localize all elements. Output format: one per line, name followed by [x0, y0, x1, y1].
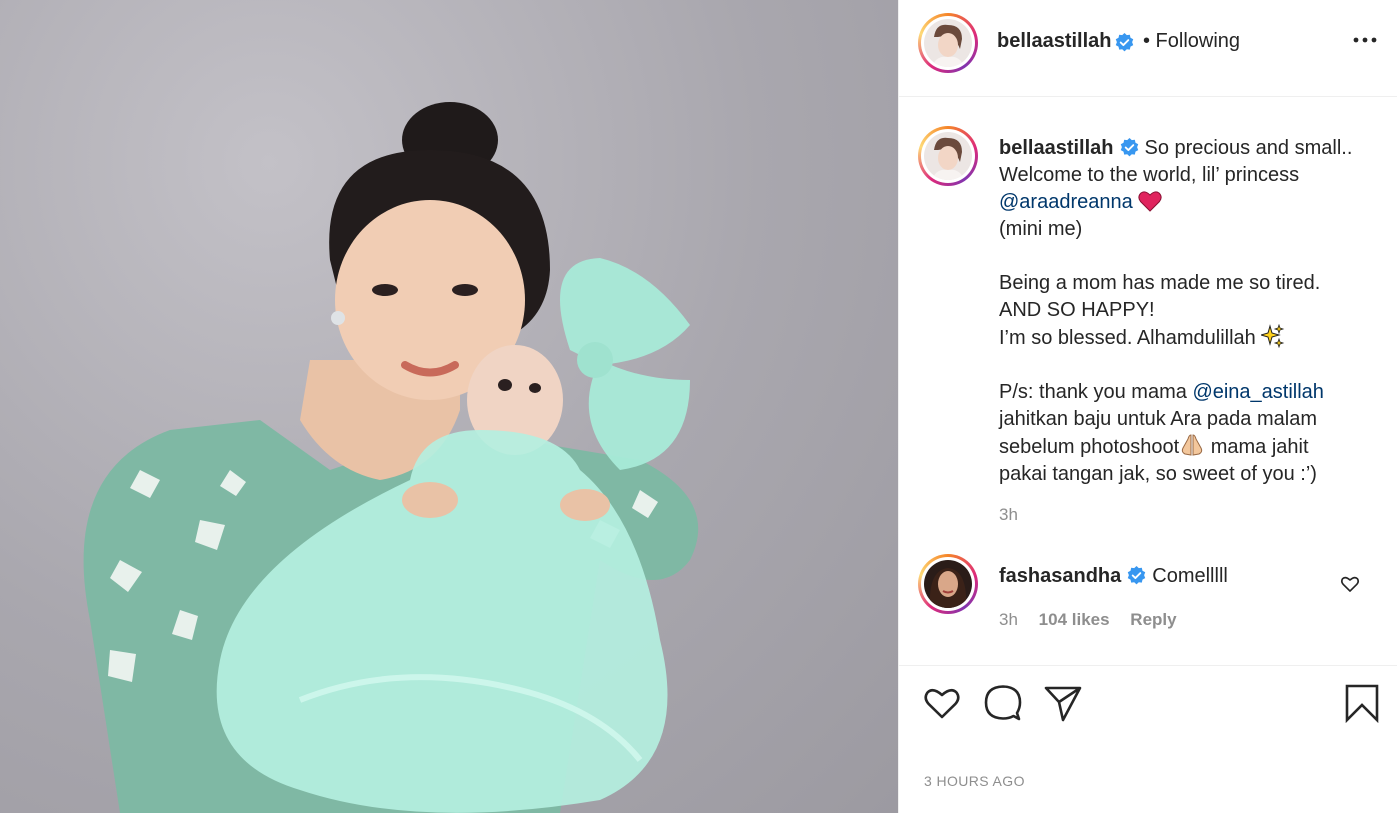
bookmark-icon[interactable] — [1342, 683, 1382, 723]
more-options-icon[interactable] — [1352, 34, 1378, 46]
red-heart-emoji-icon — [1138, 191, 1162, 212]
verified-badge-icon — [1115, 33, 1134, 52]
post-header: bellaastillah • Following — [899, 0, 1397, 97]
commenter-avatar-image — [924, 560, 972, 608]
caption-time[interactable]: 3h — [999, 505, 1018, 525]
commenter-avatar[interactable] — [918, 554, 978, 614]
caption-line: P/s: thank you mama — [999, 381, 1187, 403]
caption-line: Welcome to the world, lil’ princess — [999, 164, 1300, 186]
comment-text: fashasandha Comelllll — [999, 565, 1228, 588]
comment-like-heart-icon[interactable] — [1340, 574, 1360, 594]
caption-line: Being a mom has made me so tired. — [999, 272, 1321, 294]
caption-line: jahitkan baju untuk Ara pada malam — [999, 408, 1317, 430]
share-icon[interactable] — [1043, 683, 1083, 723]
author-avatar-image — [924, 19, 972, 67]
post-photo[interactable] — [0, 0, 898, 813]
comments-section: bellaastillah So precious and small.. Wel… — [899, 98, 1397, 664]
mention-link[interactable]: @eina_astillah — [1192, 381, 1324, 403]
caption-line: sebelum photoshoot — [999, 436, 1180, 458]
caption-username[interactable]: bellaastillah — [999, 137, 1114, 159]
verified-badge-icon — [1120, 138, 1138, 157]
commenter-username[interactable]: fashasandha — [999, 565, 1121, 587]
following-button[interactable]: • Following — [1143, 30, 1240, 53]
comment-meta: 3h 104 likes Reply — [999, 610, 1193, 630]
praying-hands-emoji-icon — [1181, 434, 1203, 456]
caption-author-avatar[interactable] — [918, 126, 978, 186]
comment-icon[interactable] — [983, 683, 1023, 723]
caption-line: (mini me) — [999, 218, 1083, 240]
caption-text: bellaastillah So precious and small.. Wel… — [999, 135, 1384, 488]
comment-time[interactable]: 3h — [999, 610, 1018, 629]
comment-likes[interactable]: 104 likes — [1039, 610, 1110, 629]
author-username[interactable]: bellaastillah — [997, 30, 1112, 53]
caption-line: mama jahit — [1205, 436, 1309, 458]
mention-link[interactable]: @araadreanna — [999, 191, 1133, 213]
post-timestamp[interactable]: 3 HOURS AGO — [924, 773, 1025, 789]
post-actions-bar: 3 HOURS AGO — [899, 665, 1397, 813]
post-side-panel: bellaastillah • Following bellaastillah … — [898, 0, 1397, 813]
caption-line: So precious and small.. — [1144, 137, 1353, 159]
author-avatar[interactable] — [918, 13, 978, 73]
comment-body: Comelllll — [1152, 565, 1228, 587]
sparkles-emoji-icon — [1259, 323, 1285, 349]
post-photo-illustration — [83, 102, 699, 813]
verified-badge-icon — [1128, 566, 1146, 585]
caption-line: pakai tangan jak, so sweet of you :’) — [999, 463, 1317, 485]
caption-avatar-image — [924, 132, 972, 180]
heart-icon[interactable] — [922, 683, 962, 723]
caption-line: AND SO HAPPY! — [999, 299, 1155, 321]
caption-line: I’m so blessed. Alhamdulillah — [999, 327, 1256, 349]
reply-button[interactable]: Reply — [1130, 610, 1176, 629]
